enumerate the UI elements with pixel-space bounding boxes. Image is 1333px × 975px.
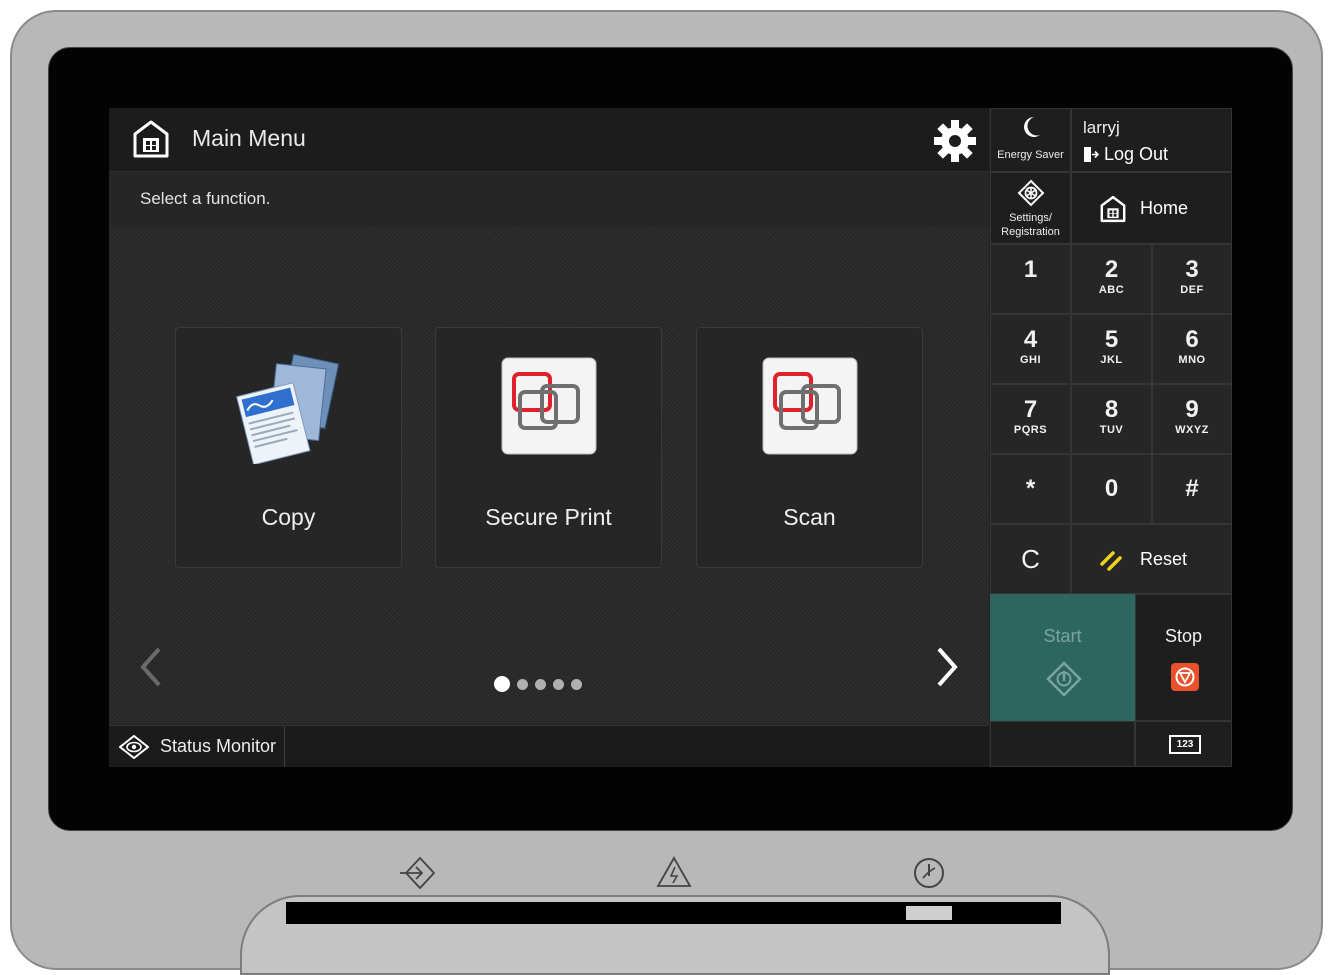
key-5-letters: JKL [1100,354,1123,366]
gear-icon[interactable] [933,119,977,163]
page-dot [517,678,528,690]
key-9-digit: 9 [1185,396,1199,423]
instruction-text: Select a function. [140,189,271,208]
key-hash-symbol: # [1185,475,1199,502]
key-5-digit: 5 [1104,326,1119,353]
power-icon[interactable] [912,856,946,890]
reset-button[interactable]: Reset [1071,524,1232,594]
scan-button[interactable]: Scan [696,327,923,568]
key-8[interactable]: 8 TUV [1071,384,1152,454]
key-8-letters: TUV [1099,424,1124,436]
logout-icon [1084,147,1099,162]
chevron-right-icon[interactable] [931,645,963,689]
keypad-toggle-button[interactable]: 123 [1135,721,1232,767]
scan-icon [762,357,858,455]
key-3-digit: 3 [1185,256,1199,283]
eye-icon [119,735,149,759]
key-9[interactable]: 9 WXYZ [1152,384,1232,454]
stop-label: Stop [1164,626,1203,646]
energy-saver-label: Energy Saver [997,149,1064,161]
settings-icon [1017,179,1045,207]
clear-button[interactable]: C [990,524,1071,594]
logout-label: Log Out [1104,144,1169,164]
function-grid: Copy Secure Print Scan [109,227,989,724]
home-button[interactable]: Home [1071,172,1232,244]
key-3-letters: DEF [1180,284,1204,296]
home-icon[interactable] [131,119,171,159]
reset-icon [1100,551,1122,571]
slot-indicator [906,906,952,920]
instruction-bar: Select a function. [109,172,989,227]
copy-button[interactable]: Copy [175,327,402,568]
page-title: Main Menu [192,125,306,151]
key-0-digit: 0 [1104,475,1119,502]
key-star-symbol: * [1025,475,1036,502]
start-button[interactable]: Start [990,594,1135,721]
status-monitor-button[interactable]: Status Monitor [109,726,285,767]
settings-label-1: Settings/ [1009,212,1052,224]
key-7-letters: PQRS [1013,424,1048,436]
copy-label: Copy [261,504,316,530]
title-bar: Main Menu [109,108,989,172]
copy-icon [236,353,340,464]
home-icon [1100,195,1126,223]
moon-icon [1024,117,1040,137]
keypad-toggle-icon: 123 [1169,735,1201,754]
secure-print-label: Secure Print [485,504,612,530]
data-indicator-icon [400,856,436,890]
secure-print-button[interactable]: Secure Print [435,327,662,568]
touch-screen: Main Menu Select a function. Copy Secure… [109,108,1232,767]
start-icon [1046,661,1082,697]
key-6[interactable]: 6 MNO [1152,314,1232,384]
chevron-left-icon[interactable] [135,645,167,689]
key-6-letters: MNO [1178,354,1206,366]
panel-blank-cell [990,721,1135,767]
page-dot [571,678,582,690]
settings-label-2: Registration [1001,226,1060,238]
stop-icon [1171,663,1199,691]
page-indicator [494,676,582,692]
key-9-letters: WXYZ [1175,424,1209,436]
key-3[interactable]: 3 DEF [1152,244,1232,314]
username: larryj [1083,118,1120,137]
key-2-digit: 2 [1104,256,1119,283]
key-6-digit: 6 [1185,326,1199,353]
energy-saver-button[interactable]: Energy Saver [990,108,1071,172]
key-star[interactable]: * [990,454,1071,524]
key-4[interactable]: 4 GHI [990,314,1071,384]
user-box: larryj Log Out [1071,108,1232,172]
reset-label: Reset [1140,549,1188,569]
page-dot-active [494,676,510,692]
control-panel: Energy Saver larryj Log Out Settings/ Re… [990,108,1232,767]
error-indicator-icon [656,856,692,887]
start-label: Start [1043,626,1082,646]
home-label: Home [1140,198,1189,218]
settings-registration-button[interactable]: Settings/ Registration [990,172,1071,244]
key-0[interactable]: 0 [1071,454,1152,524]
key-8-digit: 8 [1104,396,1119,423]
key-2-letters: ABC [1098,284,1125,296]
key-hash[interactable]: # [1152,454,1232,524]
key-7-digit: 7 [1023,396,1038,423]
status-monitor-label: Status Monitor [160,736,277,756]
bottom-bar: Status Monitor [109,725,989,767]
key-5[interactable]: 5 JKL [1071,314,1152,384]
key-1[interactable]: 1 [990,244,1071,314]
clear-label: C [1021,544,1040,574]
key-4-digit: 4 [1023,326,1038,353]
key-2[interactable]: 2 ABC [1071,244,1152,314]
page-dot [553,678,564,690]
key-1-digit: 1 [1023,256,1038,283]
stop-button[interactable]: Stop [1135,594,1232,721]
secure-print-icon [501,357,597,455]
page-dot [535,678,546,690]
key-4-letters: GHI [1019,354,1042,366]
key-7[interactable]: 7 PQRS [990,384,1071,454]
scan-label: Scan [783,504,836,530]
main-area: Main Menu Select a function. Copy Secure… [109,108,989,767]
